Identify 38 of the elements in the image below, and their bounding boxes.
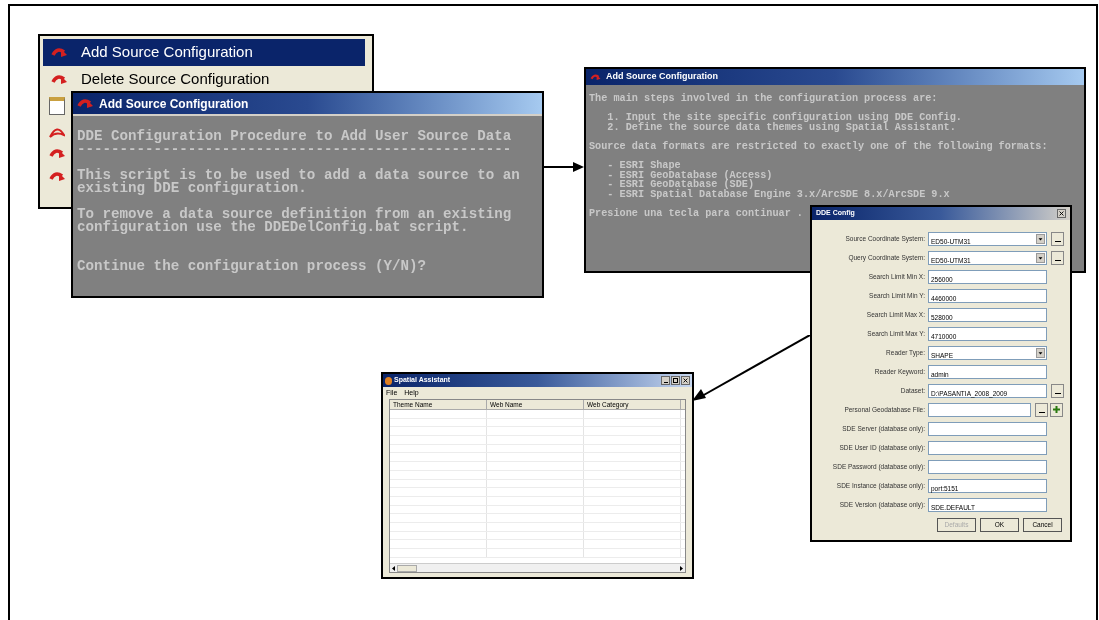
horizontal-scrollbar[interactable]: [390, 563, 685, 572]
console-line: - ESRI Shape: [606, 161, 681, 171]
input-field[interactable]: [928, 459, 1047, 474]
app-icon: [385, 376, 392, 385]
curved-arrow-icon: [49, 147, 67, 161]
curved-arrow-icon: [51, 72, 69, 87]
input-field[interactable]: [928, 421, 1047, 436]
browse-button[interactable]: [1051, 231, 1064, 246]
plus-icon: [1053, 406, 1060, 413]
minimize-icon[interactable]: [661, 376, 670, 385]
curved-arrow-icon: [49, 170, 67, 184]
curved-arrow-icon: [51, 45, 69, 60]
console-text: DDE Configuration Procedure to Add User Source Data --------------------------------------------------- This script is to be used to add a data source to an existing DDE configuration. To remove a data source definition from an existing configuration use the DDEDelConfig.bat script. Continue the configuration process (Y/N)?: [76, 127, 521, 273]
maximize-icon[interactable]: [671, 376, 680, 385]
window-title: Add Source Configuration: [606, 70, 718, 84]
browse-button[interactable]: [1035, 402, 1048, 417]
menu-item[interactable]: Delete Source Configuration: [43, 66, 365, 93]
close-icon[interactable]: [681, 376, 690, 385]
console-line: 1. Input the site specific configuration using DDE Config.: [606, 113, 962, 123]
scrollbar-thumb[interactable]: [397, 564, 417, 572]
window-title: Add Source Configuration: [99, 95, 249, 113]
console-line: Presione una tecla para continuar .: [589, 209, 803, 219]
add-button[interactable]: [1050, 402, 1063, 417]
input-field[interactable]: [928, 402, 1031, 417]
console-line: - ESRI GeoDatabase (SDE): [606, 180, 755, 190]
curved-arrow-icon: [77, 96, 95, 111]
console-line: - ESRI Spatial Database Engine 3.x/ArcSDE 8.x/ArcSDE 9.x: [606, 189, 950, 200]
browse-button[interactable]: [1051, 250, 1064, 265]
console-line: Source data formats are restricted to exactly one of the following formats:: [589, 141, 1048, 152]
close-icon[interactable]: [1057, 209, 1066, 218]
browse-button[interactable]: [1051, 383, 1064, 398]
notepad-icon: [49, 97, 65, 115]
menu-item[interactable]: Add Source Configuration: [43, 39, 365, 66]
curved-arrow-icon: [590, 72, 602, 82]
console-line: 2. Define the source data themes using Spatial Assistant.: [606, 122, 956, 133]
console-line: The main steps involved in the configuration process are:: [589, 94, 938, 104]
scroll-right-icon[interactable]: [678, 564, 685, 572]
input-field[interactable]: [928, 440, 1047, 455]
